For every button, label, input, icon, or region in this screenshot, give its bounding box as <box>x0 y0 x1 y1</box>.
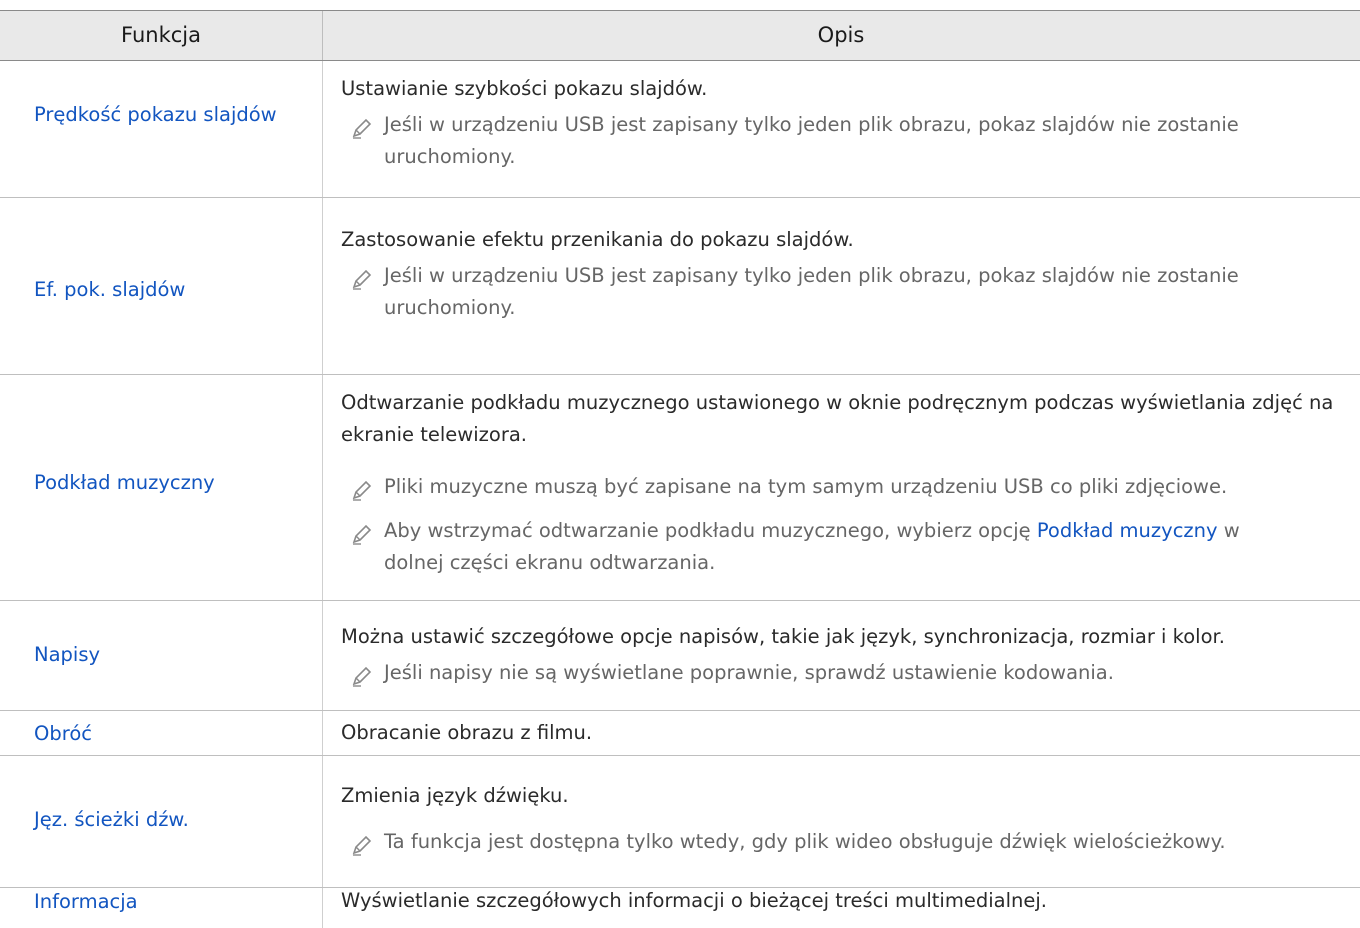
function-name: Obróć <box>34 722 92 745</box>
function-description: Obracanie obrazu z filmu. <box>341 721 593 744</box>
pencil-icon <box>352 269 372 290</box>
function-description: Zastosowanie efektu przenikania do pokaz… <box>341 228 854 251</box>
table-row: Obróć Obracanie obrazu z filmu. <box>0 711 1360 756</box>
pencil-icon <box>352 118 372 139</box>
pencil-icon <box>352 480 372 501</box>
note-text: Jeśli napisy nie są wyświetlane poprawni… <box>384 661 1114 684</box>
note-text: Pliki muzyczne muszą być zapisane na tym… <box>384 475 1228 498</box>
note-text: Aby wstrzymać odtwarzanie podkładu muzyc… <box>384 519 1240 574</box>
function-name: Podkład muzyczny <box>34 471 215 494</box>
function-name: Prędkość pokazu slajdów <box>34 103 277 126</box>
note-text: Ta funkcja jest dostępna tylko wtedy, gd… <box>384 830 1226 853</box>
table-row: Podkład muzyczny Odtwarzanie podkładu mu… <box>0 375 1360 601</box>
header-function: Funkcja <box>121 23 201 47</box>
function-name: Ef. pok. slajdów <box>34 278 186 301</box>
pencil-icon <box>352 524 372 545</box>
function-name: Jęz. ścieżki dźw. <box>34 808 189 831</box>
header-description: Opis <box>817 23 865 47</box>
inline-link-music[interactable]: Podkład muzyczny <box>1037 519 1218 542</box>
pencil-icon <box>352 666 372 687</box>
table-row: Informacja Wyświetlanie szczegółowych in… <box>0 888 1360 928</box>
function-name: Napisy <box>34 643 101 666</box>
table-header: Funkcja Opis <box>0 10 1360 61</box>
table-row: Prędkość pokazu slajdów Ustawianie szybk… <box>0 61 1360 198</box>
note-text: Jeśli w urządzeniu USB jest zapisany tyl… <box>384 113 1239 168</box>
function-description: Odtwarzanie podkładu muzycznego ustawion… <box>341 391 1334 446</box>
function-name: Informacja <box>34 890 138 913</box>
function-description: Wyświetlanie szczegółowych informacji o … <box>341 889 1047 912</box>
table-row: Ef. pok. slajdów Zastosowanie efektu prz… <box>0 198 1360 375</box>
note-text: Jeśli w urządzeniu USB jest zapisany tyl… <box>384 264 1239 319</box>
function-description: Można ustawić szczegółowe opcje napisów,… <box>341 625 1225 648</box>
function-description: Zmienia język dźwięku. <box>341 784 569 807</box>
table-row: Napisy Można ustawić szczegółowe opcje n… <box>0 601 1360 711</box>
function-description: Ustawianie szybkości pokazu slajdów. <box>341 77 708 100</box>
table-row: Jęz. ścieżki dźw. Zmienia język dźwięku.… <box>0 756 1360 888</box>
pencil-icon <box>352 835 372 856</box>
